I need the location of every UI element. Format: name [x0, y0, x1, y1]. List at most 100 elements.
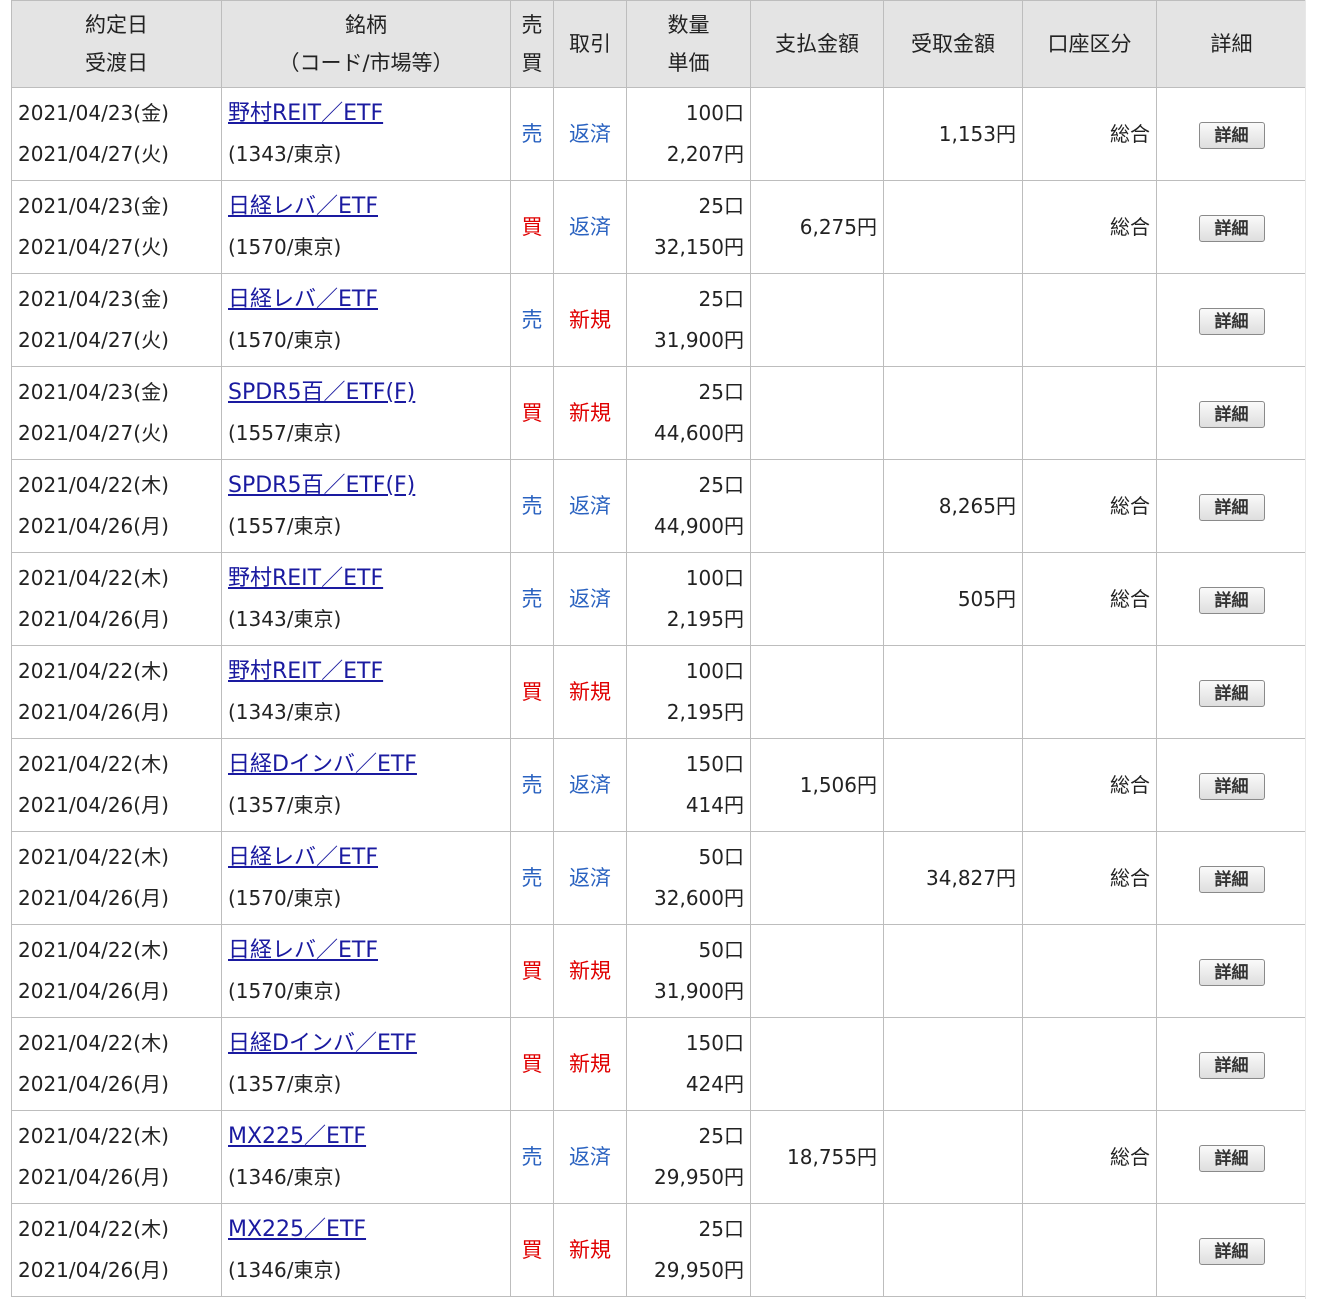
received-amount: 1,153円: [883, 87, 1023, 181]
trade-dates: 2021/04/22(木) 2021/04/26(月): [11, 738, 222, 832]
trade-date: 2021/04/23(金): [18, 101, 169, 125]
detail-button[interactable]: 詳細: [1198, 307, 1265, 335]
security-cell: MX225／ETF (1346/東京): [221, 1203, 511, 1297]
side-label: 買: [521, 1051, 543, 1076]
quantity: 25口: [698, 194, 744, 218]
quantity: 150口: [685, 1031, 744, 1055]
detail-button[interactable]: 詳細: [1198, 772, 1265, 800]
side-label: 買: [521, 1237, 543, 1262]
unit-price: 32,600円: [654, 886, 744, 910]
detail-button[interactable]: 詳細: [1198, 214, 1265, 242]
security-name-link[interactable]: SPDR5百／ETF(F): [228, 380, 415, 405]
security-code: (1346/東京): [228, 1165, 342, 1189]
account-type: [1022, 645, 1157, 739]
settlement-date: 2021/04/26(月): [18, 514, 169, 538]
security-name-link[interactable]: 日経レバ／ETF: [228, 938, 378, 963]
side-cell: 買: [510, 366, 554, 460]
side-cell: 売: [510, 273, 554, 367]
security-name-link[interactable]: 日経レバ／ETF: [228, 845, 378, 870]
detail-button[interactable]: 詳細: [1198, 1237, 1265, 1265]
table-row: 2021/04/22(木) 2021/04/26(月) MX225／ETF (1346…: [11, 1203, 1307, 1297]
payment-amount: 18,755円: [750, 1110, 884, 1204]
trade-type-cell: 返済: [553, 1110, 627, 1204]
trade-dates: 2021/04/23(金) 2021/04/27(火): [11, 366, 222, 460]
vertical-scrollbar[interactable]: [1305, 0, 1329, 1299]
detail-button[interactable]: 詳細: [1198, 586, 1265, 614]
side-label: 売: [521, 307, 543, 332]
side-label: 買: [521, 958, 543, 983]
table-row: 2021/04/23(金) 2021/04/27(火) 日経レバ／ETF (1570/…: [11, 273, 1307, 367]
trade-date: 2021/04/23(金): [18, 287, 169, 311]
trade-date: 2021/04/22(木): [18, 845, 169, 869]
security-name-link[interactable]: 日経Dインバ／ETF: [228, 1031, 417, 1056]
security-cell: 野村REIT／ETF (1343/東京): [221, 87, 511, 181]
received-amount: [883, 738, 1023, 832]
settlement-date: 2021/04/26(月): [18, 793, 169, 817]
security-name-link[interactable]: 野村REIT／ETF: [228, 659, 383, 684]
security-name-link[interactable]: MX225／ETF: [228, 1217, 366, 1242]
unit-price: 44,600円: [654, 421, 744, 445]
header-pay: 支払金額: [750, 0, 884, 88]
detail-button[interactable]: 詳細: [1198, 679, 1265, 707]
unit-price: 414円: [685, 793, 744, 817]
account-type: [1022, 924, 1157, 1018]
security-name-link[interactable]: 野村REIT／ETF: [228, 101, 383, 126]
trade-type-cell: 新規: [553, 1203, 627, 1297]
payment-amount: [750, 1017, 884, 1111]
detail-button[interactable]: 詳細: [1198, 958, 1265, 986]
security-name-link[interactable]: 日経レバ／ETF: [228, 287, 378, 312]
account-type: [1022, 1203, 1157, 1297]
trade-dates: 2021/04/22(木) 2021/04/26(月): [11, 645, 222, 739]
trade-date: 2021/04/22(木): [18, 938, 169, 962]
qty-price-cell: 50口 31,900円: [626, 924, 751, 1018]
detail-button[interactable]: 詳細: [1198, 493, 1265, 521]
detail-button[interactable]: 詳細: [1198, 1051, 1265, 1079]
received-amount: [883, 1110, 1023, 1204]
trade-date: 2021/04/22(木): [18, 566, 169, 590]
security-cell: 日経レバ／ETF (1570/東京): [221, 180, 511, 274]
detail-button[interactable]: 詳細: [1198, 1144, 1265, 1172]
security-name-link[interactable]: 日経Dインバ／ETF: [228, 752, 417, 777]
security-name-link[interactable]: SPDR5百／ETF(F): [228, 473, 415, 498]
trade-dates: 2021/04/22(木) 2021/04/26(月): [11, 459, 222, 553]
table-row: 2021/04/22(木) 2021/04/26(月) 日経Dインバ／ETF (135…: [11, 738, 1307, 832]
security-code: (1343/東京): [228, 607, 342, 631]
side-cell: 売: [510, 1110, 554, 1204]
trade-dates: 2021/04/23(金) 2021/04/27(火): [11, 273, 222, 367]
detail-cell: 詳細: [1156, 924, 1307, 1018]
trade-history-table: 約定日 受渡日 銘柄 （コード/市場等） 売買 取引 数量 単価 支払金額 受取金額 …: [11, 0, 1307, 1297]
side-label: 売: [521, 772, 543, 797]
trade-type-label: 返済: [569, 772, 611, 797]
security-name-link[interactable]: 日経レバ／ETF: [228, 194, 378, 219]
quantity: 25口: [698, 1217, 744, 1241]
trade-type-label: 新規: [569, 1237, 611, 1262]
settlement-date: 2021/04/26(月): [18, 1072, 169, 1096]
header-detail: 詳細: [1156, 0, 1307, 88]
side-label: 買: [521, 400, 543, 425]
side-label: 売: [521, 121, 543, 146]
account-type: 総合: [1022, 180, 1157, 274]
table-header-row: 約定日 受渡日 銘柄 （コード/市場等） 売買 取引 数量 単価 支払金額 受取金額 …: [11, 0, 1307, 88]
side-cell: 買: [510, 645, 554, 739]
detail-button[interactable]: 詳細: [1198, 400, 1265, 428]
trade-dates: 2021/04/23(金) 2021/04/27(火): [11, 87, 222, 181]
detail-button[interactable]: 詳細: [1198, 865, 1265, 893]
detail-button[interactable]: 詳細: [1198, 121, 1265, 149]
table-row: 2021/04/23(金) 2021/04/27(火) 野村REIT／ETF (134…: [11, 87, 1307, 181]
trade-type-label: 新規: [569, 307, 611, 332]
security-code: (1570/東京): [228, 328, 342, 352]
account-type: [1022, 273, 1157, 367]
account-type: 総合: [1022, 1110, 1157, 1204]
security-cell: MX225／ETF (1346/東京): [221, 1110, 511, 1204]
unit-price: 29,950円: [654, 1258, 744, 1282]
security-cell: 日経レバ／ETF (1570/東京): [221, 273, 511, 367]
unit-price: 31,900円: [654, 979, 744, 1003]
security-name-link[interactable]: MX225／ETF: [228, 1124, 366, 1149]
trade-type-label: 返済: [569, 214, 611, 239]
security-code: (1557/東京): [228, 514, 342, 538]
unit-price: 2,195円: [666, 607, 744, 631]
trade-type-cell: 新規: [553, 366, 627, 460]
trade-type-cell: 返済: [553, 738, 627, 832]
security-name-link[interactable]: 野村REIT／ETF: [228, 566, 383, 591]
trade-date: 2021/04/22(木): [18, 752, 169, 776]
